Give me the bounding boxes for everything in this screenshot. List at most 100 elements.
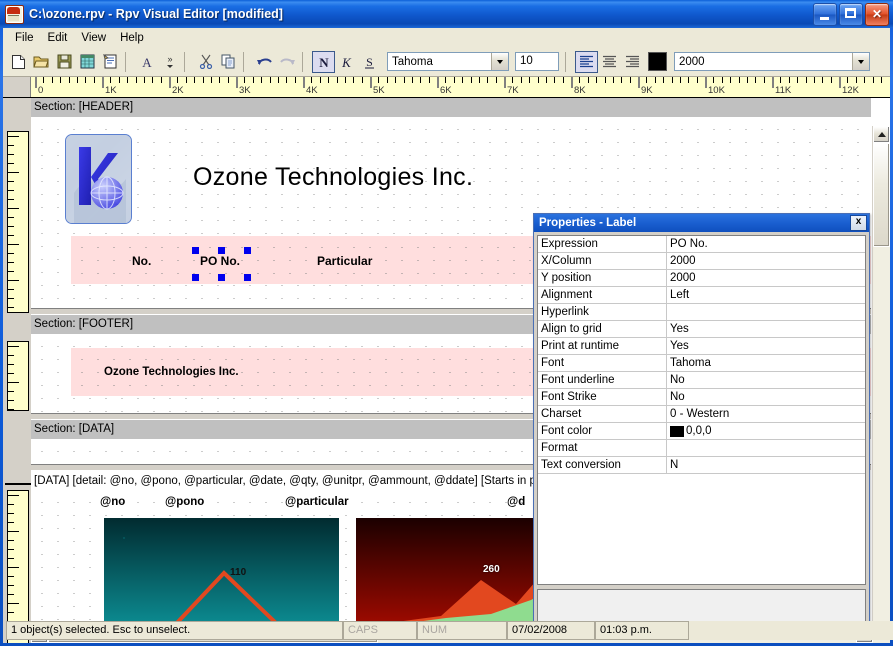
underline-icon[interactable]: S — [358, 51, 381, 73]
title-bar: C:\ozone.rpv - Rpv Visual Editor [modifi… — [0, 0, 893, 28]
selection-handles[interactable] — [195, 250, 247, 278]
property-row[interactable]: AlignmentLeft — [538, 287, 865, 304]
data-field-no[interactable]: @no — [100, 496, 125, 508]
close-button[interactable] — [865, 3, 889, 26]
vertical-scrollbar[interactable] — [872, 126, 890, 643]
ruler-label: 6K — [440, 85, 452, 96]
property-row[interactable]: Charset0 - Western — [538, 406, 865, 423]
ruler-minor-tick — [420, 77, 421, 83]
footer-company-label[interactable]: Ozone Technologies Inc. — [104, 366, 239, 378]
ruler-label: 11K — [775, 85, 791, 96]
ruler-major-tick — [8, 346, 19, 347]
logo-image[interactable] — [65, 134, 132, 224]
property-value[interactable]: 0,0,0 — [667, 423, 865, 439]
italic-icon[interactable]: K — [335, 51, 358, 73]
grid-icon[interactable] — [76, 51, 99, 73]
status-date: 07/02/2008 — [507, 621, 595, 640]
align-center-icon[interactable] — [598, 51, 621, 73]
data-field-particular[interactable]: @particular — [285, 496, 349, 508]
properties-icon[interactable] — [99, 51, 122, 73]
handle-ne[interactable] — [244, 247, 251, 254]
property-row[interactable]: ExpressionPO No. — [538, 236, 865, 253]
copy-icon[interactable] — [217, 51, 240, 73]
maximize-button[interactable] — [839, 3, 863, 26]
align-left-icon[interactable] — [575, 51, 598, 73]
ruler-major-tick — [8, 136, 19, 137]
menu-help[interactable]: Help — [113, 30, 151, 46]
font-icon[interactable]: A — [135, 51, 158, 73]
ruler-minor-tick — [270, 77, 271, 83]
position-combo[interactable]: 2000 — [674, 52, 870, 71]
bold-icon[interactable]: N — [312, 51, 335, 73]
property-row[interactable]: Format — [538, 440, 865, 457]
property-value[interactable]: N — [667, 457, 865, 473]
property-value[interactable]: No — [667, 372, 865, 388]
properties-grid[interactable]: ExpressionPO No.X/Column2000Y position20… — [537, 235, 866, 585]
toolbar: A » N K — [3, 47, 890, 77]
section-bar-header[interactable]: Section: [HEADER] — [31, 98, 871, 118]
menu-file[interactable]: File — [8, 30, 41, 46]
handle-n[interactable] — [218, 247, 225, 254]
undo-icon[interactable] — [253, 51, 276, 73]
property-value[interactable] — [667, 440, 865, 456]
align-right-icon[interactable] — [621, 51, 644, 73]
property-row[interactable]: Y position2000 — [538, 270, 865, 287]
more-icon[interactable]: » — [158, 51, 181, 73]
property-row[interactable]: Hyperlink — [538, 304, 865, 321]
ruler-label: 2K — [172, 85, 184, 96]
redo-icon[interactable] — [276, 51, 299, 73]
menu-view[interactable]: View — [74, 30, 113, 46]
vertical-scroll-thumb[interactable] — [873, 143, 890, 247]
property-value[interactable]: Left — [667, 287, 865, 303]
properties-panel[interactable]: Properties - Label x ExpressionPO No.X/C… — [533, 213, 870, 626]
data-field-date[interactable]: @d — [507, 496, 525, 508]
color-swatch[interactable] — [670, 426, 684, 437]
font-size-input[interactable]: 10 — [515, 52, 559, 71]
ruler-minor-tick — [688, 77, 689, 83]
ruler-major-tick — [8, 567, 19, 568]
property-value[interactable]: 2000 — [667, 253, 865, 269]
chevron-down-icon[interactable] — [491, 53, 508, 70]
design-surface[interactable]: 01K2K3K4K5K6K7K8K9K10K11K12K Section: [H… — [3, 77, 890, 643]
ruler-minor-tick — [8, 391, 14, 392]
property-row[interactable]: Text conversionN — [538, 457, 865, 474]
report-title-label[interactable]: Ozone Technologies Inc. — [193, 163, 473, 192]
column-header-particular[interactable]: Particular — [317, 254, 372, 268]
cut-icon[interactable] — [194, 51, 217, 73]
font-color-button[interactable] — [648, 52, 667, 71]
save-icon[interactable] — [53, 51, 76, 73]
property-name: Align to grid — [538, 321, 667, 337]
property-row[interactable]: FontTahoma — [538, 355, 865, 372]
chevron-down-icon[interactable] — [852, 53, 869, 70]
property-value[interactable]: Yes — [667, 321, 865, 337]
property-row[interactable]: Print at runtimeYes — [538, 338, 865, 355]
ruler-minor-tick — [412, 77, 413, 83]
data-field-pono[interactable]: @pono — [165, 496, 204, 508]
property-value[interactable]: PO No. — [667, 236, 865, 252]
menu-edit[interactable]: Edit — [41, 30, 75, 46]
open-icon[interactable] — [30, 51, 53, 73]
property-value[interactable]: No — [667, 389, 865, 405]
column-header-no[interactable]: No. — [132, 254, 151, 268]
property-row[interactable]: X/Column2000 — [538, 253, 865, 270]
close-icon[interactable]: x — [850, 215, 867, 231]
property-value[interactable]: Yes — [667, 338, 865, 354]
property-value[interactable]: Tahoma — [667, 355, 865, 371]
property-row[interactable]: Align to gridYes — [538, 321, 865, 338]
minimize-button[interactable] — [813, 3, 837, 26]
chart-line[interactable]: 110 — [104, 518, 339, 626]
handle-se[interactable] — [244, 274, 251, 281]
property-value[interactable]: 0 - Western — [667, 406, 865, 422]
property-value-text: No — [670, 389, 685, 405]
property-value[interactable]: 2000 — [667, 270, 865, 286]
font-family-combo[interactable]: Tahoma — [387, 52, 509, 71]
property-value[interactable] — [667, 304, 865, 320]
property-row[interactable]: Font StrikeNo — [538, 389, 865, 406]
property-row[interactable]: Font color0,0,0 — [538, 423, 865, 440]
handle-s[interactable] — [218, 274, 225, 281]
handle-nw[interactable] — [192, 247, 199, 254]
property-row[interactable]: Font underlineNo — [538, 372, 865, 389]
scroll-up-button[interactable] — [873, 126, 890, 143]
new-icon[interactable] — [7, 51, 30, 73]
handle-sw[interactable] — [192, 274, 199, 281]
